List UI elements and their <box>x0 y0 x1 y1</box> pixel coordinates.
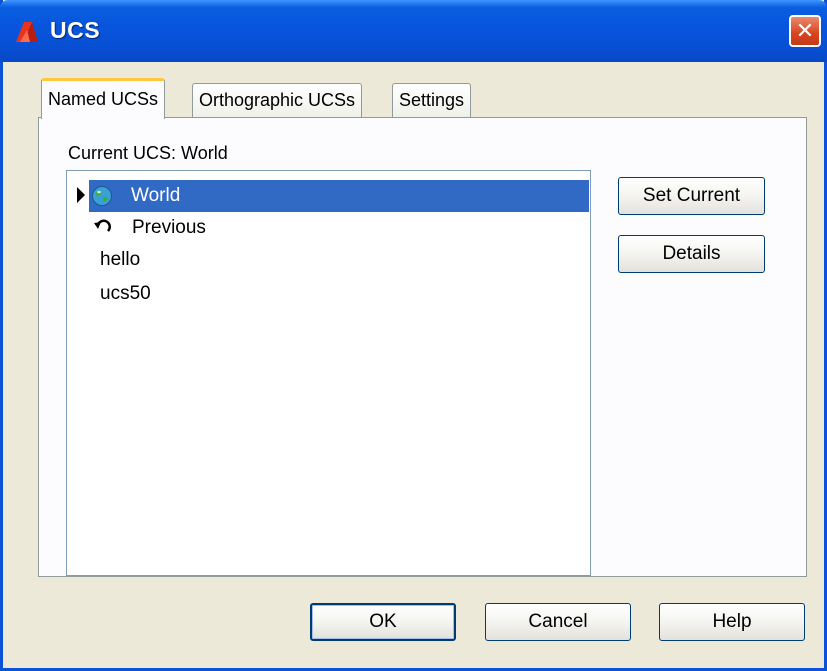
autocad-app-icon <box>16 22 38 42</box>
tab-orthographic-ucss[interactable]: Orthographic UCSs <box>192 83 363 117</box>
close-button[interactable]: ✕ <box>789 15 821 47</box>
undo-arrow-icon <box>94 219 111 232</box>
current-marker-icon <box>77 187 85 203</box>
close-icon: ✕ <box>795 18 815 43</box>
cancel-button[interactable]: Cancel <box>485 603 631 641</box>
help-button[interactable]: Help <box>659 603 805 641</box>
tab-settings[interactable]: Settings <box>392 83 472 117</box>
list-item-label: hello <box>100 249 141 270</box>
list-item-previous[interactable]: Previous <box>89 212 389 244</box>
tab-label: Settings <box>399 90 465 110</box>
tab-named-ucss[interactable]: Named UCSs <box>41 78 166 119</box>
globe-icon <box>92 186 112 206</box>
list-item-hello[interactable]: hello <box>100 244 400 276</box>
window-title: UCS <box>50 17 101 43</box>
set-current-button[interactable]: Set Current <box>618 177 765 215</box>
list-item-label: Previous <box>132 217 206 238</box>
details-button[interactable]: Details <box>618 235 765 273</box>
list-item-label: ucs50 <box>100 283 151 304</box>
ok-button[interactable]: OK <box>310 603 456 641</box>
list-item-ucs50[interactable]: ucs50 <box>100 278 400 310</box>
tab-label: Named UCSs <box>48 89 159 109</box>
list-item-label: World <box>131 185 181 206</box>
ucs-list[interactable]: World Previous hello ucs50 <box>66 170 591 576</box>
tab-label: Orthographic UCSs <box>199 90 356 110</box>
current-ucs-label: Current UCS: World <box>68 143 228 163</box>
title-bar[interactable]: UCS ✕ <box>0 0 827 62</box>
ucs-dialog: UCS ✕ Named UCSs Orthographic UCSs Setti… <box>0 0 827 671</box>
list-item-world[interactable]: World <box>89 180 589 212</box>
